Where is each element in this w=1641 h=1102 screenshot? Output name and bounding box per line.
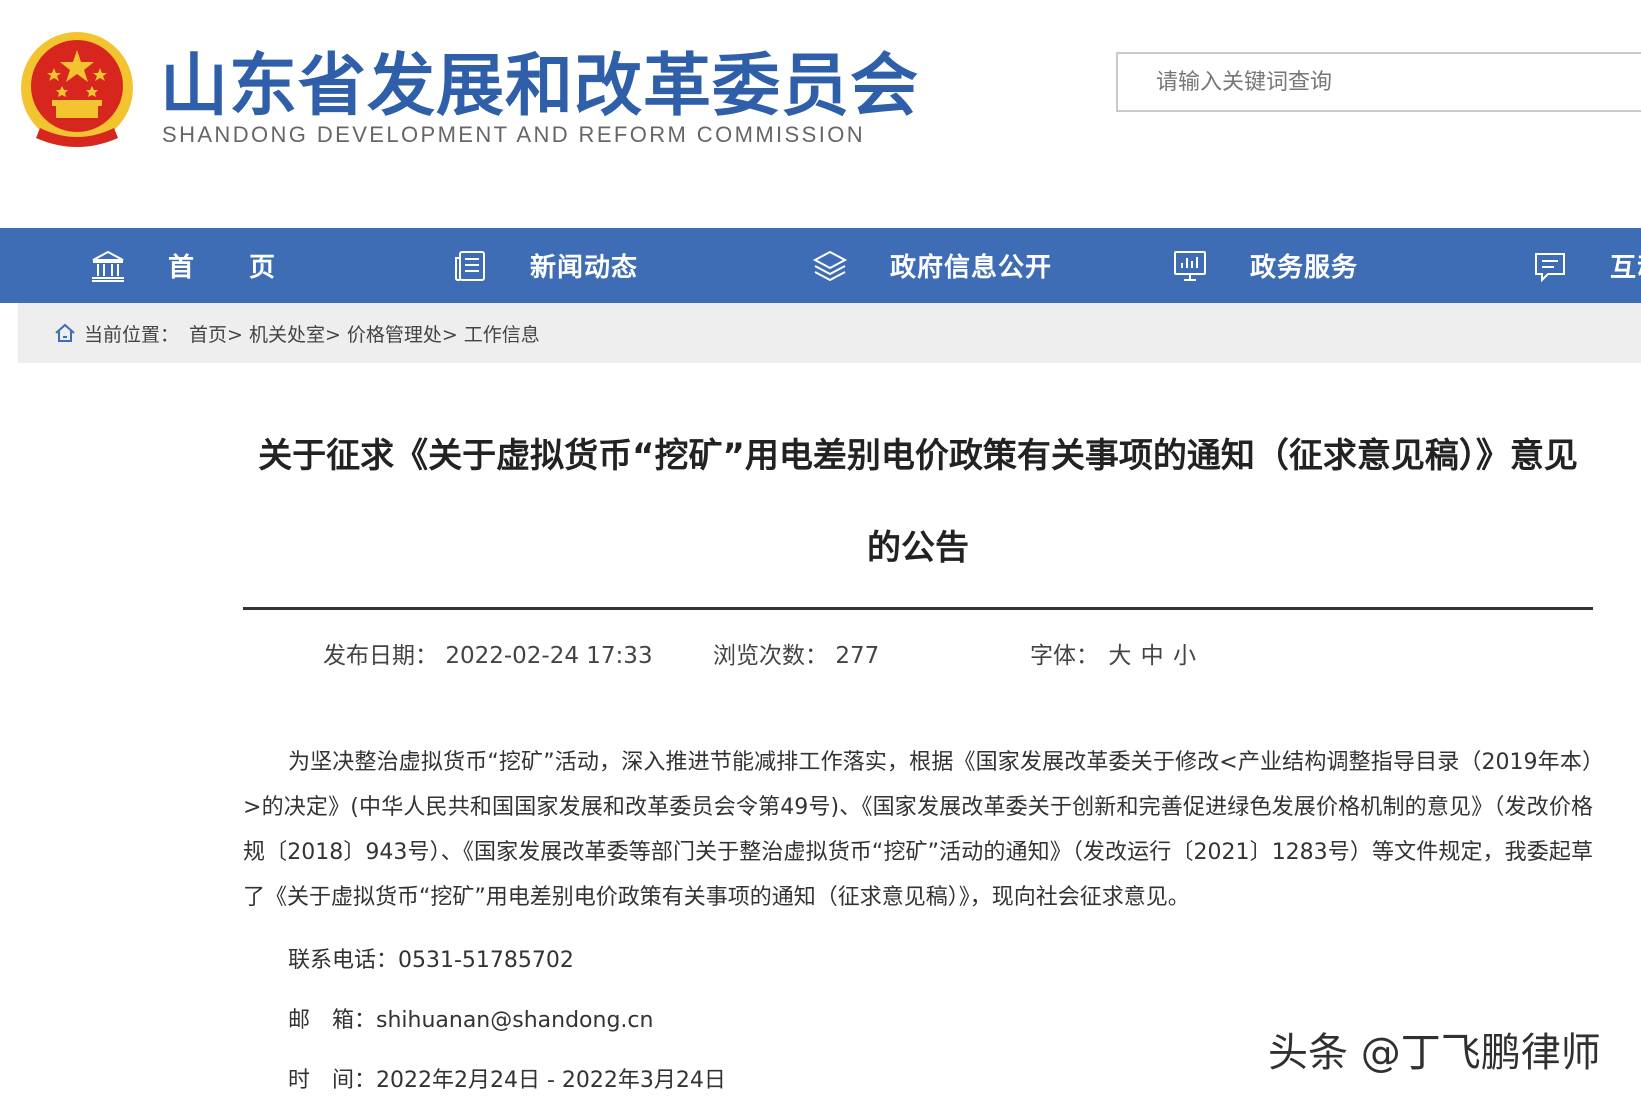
- contact-phone: 联系电话：0531-51785702: [288, 948, 574, 973]
- nav-item-gov-info[interactable]: 政府信息公开: [812, 228, 1052, 303]
- watermark: 头条 @丁飞鹏律师: [1268, 1030, 1601, 1076]
- title-divider: [243, 607, 1593, 610]
- article-body: 为坚决整治虚拟货币“挖矿”活动，深入推进节能减排工作落实，根据《国家发展改革委关…: [243, 740, 1593, 920]
- breadcrumb-price-dept[interactable]: 价格管理处>: [347, 320, 458, 347]
- breadcrumb-prefix: 当前位置：: [84, 323, 180, 346]
- site-subtitle: SHANDONG DEVELOPMENT AND REFORM COMMISSI…: [162, 122, 866, 147]
- nav-item-home[interactable]: 首 页: [90, 228, 276, 303]
- breadcrumb: 当前位置： 首页> 机关处室> 价格管理处> 工作信息: [18, 303, 1641, 363]
- breadcrumb-work-info[interactable]: 工作信息: [464, 320, 540, 347]
- home-icon: [55, 323, 75, 342]
- nav-label: 新闻动态: [530, 253, 639, 283]
- view-count-value: 277: [835, 643, 880, 669]
- breadcrumb-home[interactable]: 首页>: [189, 320, 243, 347]
- font-size-small[interactable]: 小: [1173, 643, 1196, 669]
- site-title: 山东省发展和改革委员会: [160, 47, 920, 126]
- view-count-label: 浏览次数：: [713, 643, 828, 669]
- news-list-icon: [455, 250, 485, 281]
- government-building-icon: [92, 250, 124, 282]
- nav-label: 政务服务: [1250, 253, 1359, 283]
- main-nav: 首 页 新闻动态 政府信息公开 政务服务 互: [0, 228, 1641, 303]
- nav-item-interaction[interactable]: 互动: [1532, 228, 1641, 303]
- view-count: 浏览次数： 277: [713, 636, 879, 670]
- font-size-label: 字体：: [1030, 643, 1099, 669]
- publish-date: 发布日期： 2022-02-24 17:33: [323, 636, 653, 670]
- chat-bubble-icon: [1535, 252, 1565, 282]
- publish-date-value: 2022-02-24 17:33: [445, 643, 653, 669]
- nav-item-services[interactable]: 政务服务: [1172, 228, 1358, 303]
- font-size-large[interactable]: 大: [1108, 643, 1131, 669]
- comment-period: 时 间：2022年2月24日 - 2022年3月24日: [288, 1068, 726, 1093]
- nav-label: 政府信息公开: [890, 253, 1053, 283]
- publish-date-label: 发布日期：: [323, 643, 438, 669]
- search-input[interactable]: [1118, 54, 1641, 110]
- national-emblem-icon: [21, 32, 133, 147]
- article-title: 关于征求《关于虚拟货币“挖矿”用电差别电价政策有关事项的通知（征求意见稿）》意见…: [258, 436, 1578, 568]
- layers-icon: [812, 250, 848, 281]
- nav-label: 互动: [1610, 253, 1641, 283]
- nav-label: 首 页: [168, 253, 277, 283]
- body-paragraph: 为坚决整治虚拟货币“挖矿”活动，深入推进节能减排工作落实，根据《国家发展改革委关…: [243, 750, 1593, 910]
- font-size-medium[interactable]: 中: [1141, 643, 1164, 669]
- site-header: 山东省发展和改革委员会 SHANDONG DEVELOPMENT AND REF…: [0, 0, 1641, 228]
- search-box: [1116, 52, 1641, 112]
- monitor-chart-icon: [1174, 250, 1206, 281]
- contact-email: 邮 箱：shihuanan@shandong.cn: [288, 1008, 654, 1033]
- nav-item-news[interactable]: 新闻动态: [452, 228, 638, 303]
- breadcrumb-departments[interactable]: 机关处室>: [249, 320, 341, 347]
- font-size-control: 字体： 大 中 小: [1030, 636, 1196, 670]
